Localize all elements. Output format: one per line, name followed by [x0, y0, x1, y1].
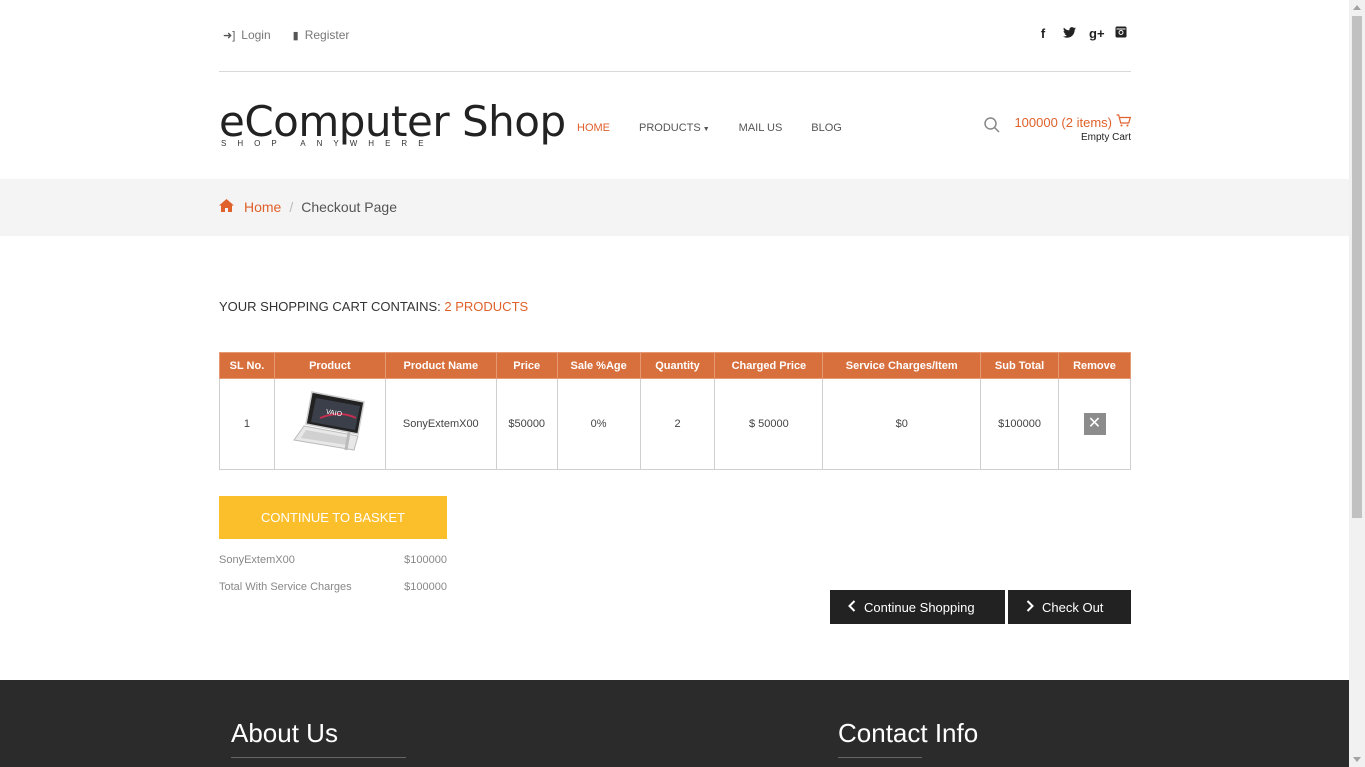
search-icon[interactable]: [983, 116, 1001, 134]
header-remove: Remove: [1058, 352, 1131, 379]
summary-label: SonyExtemX00: [219, 554, 295, 566]
order-summary: SonyExtemX00 $100000 Total With Service …: [219, 554, 447, 608]
nav-products[interactable]: PRODUCTS ▼: [639, 122, 710, 134]
continue-to-basket-button[interactable]: CONTINUE TO BASKET: [219, 496, 447, 539]
page: ➜] Login ▮ Register f g+ eComputer Shop …: [0, 0, 1349, 767]
footer-contact-divider: [838, 757, 922, 758]
cell-sub-total: $100000: [980, 378, 1059, 470]
register-link[interactable]: ▮ Register: [293, 28, 350, 42]
caret-down-icon: ▼: [702, 126, 710, 133]
cart-heading-count: 2 PRODUCTS: [444, 299, 529, 314]
summary-value: $100000: [404, 581, 447, 593]
footer-contact-heading: Contact Info: [838, 718, 979, 748]
table-header-row: SL No. Product Product Name Price Sale %…: [219, 352, 1131, 379]
cart-table: SL No. Product Product Name Price Sale %…: [219, 352, 1131, 470]
login-label: Login: [241, 28, 271, 42]
nav-blog[interactable]: BLOG: [811, 122, 842, 134]
facebook-icon[interactable]: f: [1037, 26, 1049, 41]
top-bar: ➜] Login ▮ Register f g+: [219, 22, 1131, 50]
social-links: f g+: [1037, 26, 1127, 41]
empty-cart-link[interactable]: Empty Cart: [1014, 132, 1131, 143]
scrollbar[interactable]: [1349, 0, 1365, 767]
breadcrumb-separator: /: [289, 199, 294, 215]
cell-service-charges: $0: [822, 378, 982, 470]
checkout-label: Check Out: [1042, 599, 1104, 615]
cell-remove: ✕: [1058, 378, 1131, 470]
cell-price: $50000: [495, 378, 558, 470]
cart-heading: YOUR SHOPPING CART CONTAINS: 2 PRODUCTS: [219, 299, 528, 314]
footer-about-heading: About Us: [231, 718, 338, 748]
scrollbar-thumb[interactable]: [1352, 16, 1362, 518]
checkout-button[interactable]: Check Out: [1008, 590, 1131, 624]
footer: About Us Contact Info: [0, 680, 1349, 767]
header-sl: SL No.: [219, 352, 275, 379]
cart-amount-label: 100000 (2 items): [1014, 114, 1112, 130]
cart-heading-label: YOUR SHOPPING CART CONTAINS:: [219, 299, 441, 314]
book-icon: ▮: [292, 29, 299, 42]
login-link[interactable]: ➜] Login: [223, 28, 271, 42]
header-price: Price: [495, 352, 558, 379]
header-quantity: Quantity: [639, 352, 716, 379]
main-nav: HOME PRODUCTS ▼ MAIL US BLOG: [577, 122, 842, 134]
header-sale: Sale %Age: [556, 352, 641, 379]
summary-label: Total With Service Charges: [219, 581, 352, 593]
summary-value: $100000: [404, 554, 447, 566]
cell-quantity: 2: [639, 378, 716, 470]
auth-links: ➜] Login ▮ Register: [223, 28, 349, 42]
header-product: Product: [273, 352, 386, 379]
breadcrumb-home[interactable]: Home: [244, 199, 281, 215]
instagram-icon[interactable]: [1115, 26, 1127, 41]
breadcrumb-current: Checkout Page: [301, 199, 397, 215]
nav-mail-us[interactable]: MAIL US: [739, 122, 783, 134]
twitter-icon[interactable]: [1063, 26, 1076, 41]
chevron-left-icon: [848, 599, 856, 615]
cell-charged-price: $ 50000: [714, 378, 824, 470]
scroll-up-icon[interactable]: [1353, 5, 1361, 10]
register-label: Register: [304, 28, 350, 42]
nav-home[interactable]: HOME: [577, 122, 610, 134]
footer-about-divider: [231, 757, 406, 758]
cell-sale: 0%: [556, 378, 641, 470]
cell-product-image: VAIO: [273, 378, 386, 470]
header-product-name: Product Name: [384, 352, 497, 379]
checkout-actions: Continue Shopping Check Out: [830, 590, 1131, 624]
summary-row: SonyExtemX00 $100000: [219, 554, 447, 581]
brand-logo[interactable]: eComputer Shop SHOP ANYWHERE: [219, 96, 566, 148]
cart-amount: 100000 (2 items): [1014, 114, 1132, 130]
summary-row: Total With Service Charges $100000: [219, 581, 447, 608]
cart-icon: [1116, 114, 1132, 130]
cell-sl: 1: [219, 378, 275, 470]
nav-products-label: PRODUCTS: [639, 122, 701, 134]
header-service-charges: Service Charges/Item: [822, 352, 982, 379]
laptop-image[interactable]: VAIO: [290, 388, 370, 461]
google-plus-icon[interactable]: g+: [1089, 26, 1105, 41]
chevron-right-icon: [1026, 599, 1034, 615]
table-row: 1 VAIO SonyExtemX00 $50000 0% 2 $ 50000 …: [219, 378, 1131, 470]
header-sub-total: Sub Total: [980, 352, 1059, 379]
continue-shopping-label: Continue Shopping: [864, 599, 975, 615]
breadcrumb-bar: Home / Checkout Page: [0, 179, 1349, 236]
header-charged-price: Charged Price: [714, 352, 824, 379]
continue-shopping-button[interactable]: Continue Shopping: [830, 590, 1005, 624]
remove-icon[interactable]: ✕: [1083, 413, 1106, 435]
top-divider: [219, 71, 1131, 72]
home-icon: [219, 199, 234, 215]
cell-product-name: SonyExtemX00: [384, 378, 497, 470]
header-cart[interactable]: 100000 (2 items) Empty Cart: [1014, 114, 1132, 143]
brand-tagline: SHOP ANYWHERE: [221, 139, 435, 148]
scroll-down-icon[interactable]: [1353, 757, 1361, 762]
login-icon: ➜]: [223, 29, 236, 42]
breadcrumb: Home / Checkout Page: [219, 199, 397, 215]
